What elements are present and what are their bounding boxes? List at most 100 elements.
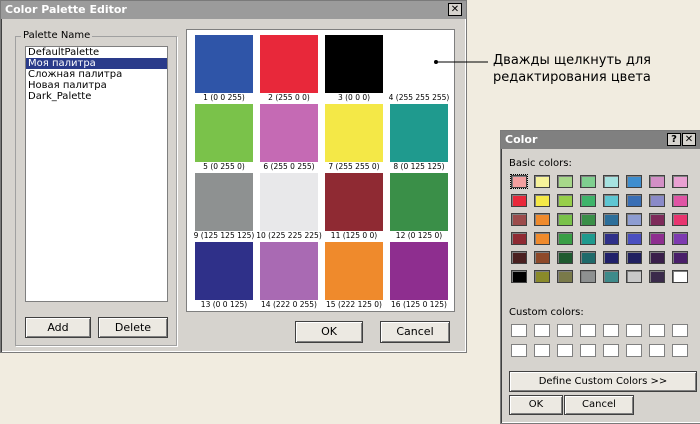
basic-color-swatch[interactable]: [557, 213, 573, 226]
palette-swatch[interactable]: [390, 173, 448, 231]
palette-swatch[interactable]: [260, 173, 318, 231]
basic-color-swatch[interactable]: [672, 270, 688, 283]
palette-swatch-label: 2 (255 0 0): [268, 93, 310, 102]
palette-swatch[interactable]: [325, 242, 383, 300]
basic-color-swatch[interactable]: [672, 251, 688, 264]
custom-color-swatch[interactable]: [580, 324, 596, 337]
basic-color-swatch[interactable]: [534, 194, 550, 207]
basic-color-swatch[interactable]: [649, 270, 665, 283]
basic-color-swatch[interactable]: [580, 251, 596, 264]
basic-color-swatch[interactable]: [603, 194, 619, 207]
basic-color-swatch[interactable]: [649, 251, 665, 264]
color-cancel-button[interactable]: Cancel: [564, 395, 634, 415]
custom-color-swatch[interactable]: [534, 324, 550, 337]
cancel-button[interactable]: Cancel: [380, 321, 450, 343]
basic-color-swatch[interactable]: [511, 194, 527, 207]
palette-swatch[interactable]: [195, 104, 253, 162]
basic-color-swatch[interactable]: [649, 194, 665, 207]
basic-color-swatch[interactable]: [580, 175, 596, 188]
palette-swatch[interactable]: [325, 104, 383, 162]
basic-color-swatch[interactable]: [557, 270, 573, 283]
basic-color-swatch[interactable]: [649, 213, 665, 226]
basic-color-swatch[interactable]: [580, 270, 596, 283]
custom-color-swatch[interactable]: [626, 344, 642, 357]
palette-swatch[interactable]: [325, 35, 383, 93]
custom-color-swatch[interactable]: [557, 344, 573, 357]
custom-color-swatch[interactable]: [649, 324, 665, 337]
custom-color-swatch[interactable]: [534, 344, 550, 357]
custom-color-swatch[interactable]: [511, 324, 527, 337]
basic-color-swatch[interactable]: [626, 251, 642, 264]
custom-color-swatch[interactable]: [672, 344, 688, 357]
basic-color-swatch[interactable]: [534, 232, 550, 245]
palette-list-item[interactable]: Сложная палитра: [26, 69, 167, 80]
palette-editor-titlebar[interactable]: Color Palette Editor: [1, 1, 466, 19]
basic-color-swatch[interactable]: [603, 175, 619, 188]
basic-color-swatch[interactable]: [557, 194, 573, 207]
palette-list-item[interactable]: DefaultPalette: [26, 47, 167, 58]
basic-color-swatch[interactable]: [511, 213, 527, 226]
basic-color-swatch[interactable]: [534, 213, 550, 226]
palette-swatch-label: 6 (255 0 255): [263, 162, 315, 171]
basic-color-swatch[interactable]: [649, 175, 665, 188]
palette-swatch[interactable]: [260, 104, 318, 162]
basic-color-swatch[interactable]: [580, 194, 596, 207]
palette-swatch[interactable]: [390, 242, 448, 300]
palette-swatch[interactable]: [195, 242, 253, 300]
basic-color-swatch[interactable]: [672, 194, 688, 207]
palette-swatch[interactable]: [390, 35, 448, 93]
basic-color-swatch[interactable]: [557, 175, 573, 188]
basic-color-swatch[interactable]: [626, 213, 642, 226]
basic-color-swatch[interactable]: [534, 270, 550, 283]
help-button[interactable]: ?: [667, 133, 681, 146]
basic-color-swatch[interactable]: [603, 251, 619, 264]
custom-color-swatch[interactable]: [580, 344, 596, 357]
basic-color-swatch[interactable]: [626, 175, 642, 188]
custom-color-swatch[interactable]: [511, 344, 527, 357]
basic-color-swatch[interactable]: [580, 232, 596, 245]
basic-color-swatch[interactable]: [557, 232, 573, 245]
palette-swatch[interactable]: [260, 35, 318, 93]
basic-color-swatch[interactable]: [672, 232, 688, 245]
ok-button[interactable]: OK: [295, 321, 363, 343]
basic-color-swatch[interactable]: [510, 174, 528, 189]
custom-color-swatch[interactable]: [626, 324, 642, 337]
palette-swatch[interactable]: [195, 173, 253, 231]
basic-color-swatch[interactable]: [649, 232, 665, 245]
palette-swatch[interactable]: [195, 35, 253, 93]
define-custom-colors-button[interactable]: Define Custom Colors >>: [509, 371, 697, 392]
basic-color-swatch[interactable]: [511, 232, 527, 245]
basic-color-swatch[interactable]: [511, 270, 527, 283]
basic-color-swatch[interactable]: [534, 251, 550, 264]
custom-color-swatch[interactable]: [603, 324, 619, 337]
basic-color-swatch[interactable]: [626, 232, 642, 245]
basic-color-swatch[interactable]: [557, 251, 573, 264]
palette-swatch[interactable]: [325, 173, 383, 231]
palette-list[interactable]: DefaultPalette Моя палитра Сложная палитра…: [25, 46, 168, 302]
palette-editor-close-button[interactable]: ✕: [448, 3, 462, 16]
basic-color-swatch[interactable]: [511, 251, 527, 264]
basic-color-swatch[interactable]: [580, 213, 596, 226]
basic-color-swatch[interactable]: [603, 232, 619, 245]
palette-list-item[interactable]: Новая палитра: [26, 80, 167, 91]
delete-button[interactable]: Delete: [98, 317, 168, 338]
color-dialog-close-button[interactable]: ✕: [682, 133, 696, 146]
palette-list-item[interactable]: Моя палитра: [26, 58, 167, 69]
add-button[interactable]: Add: [25, 317, 91, 338]
custom-color-swatch[interactable]: [603, 344, 619, 357]
basic-color-swatch[interactable]: [626, 270, 642, 283]
basic-color-swatch[interactable]: [672, 213, 688, 226]
color-ok-button[interactable]: OK: [509, 395, 563, 415]
basic-color-swatch[interactable]: [672, 175, 688, 188]
custom-color-swatch[interactable]: [649, 344, 665, 357]
basic-colors-label: Basic colors:: [509, 158, 572, 169]
custom-color-swatch[interactable]: [672, 324, 688, 337]
custom-color-swatch[interactable]: [557, 324, 573, 337]
basic-color-swatch[interactable]: [603, 213, 619, 226]
basic-color-swatch[interactable]: [534, 175, 550, 188]
basic-color-swatch[interactable]: [603, 270, 619, 283]
basic-color-swatch[interactable]: [626, 194, 642, 207]
palette-list-item[interactable]: Dark_Palette: [26, 91, 167, 102]
palette-swatch[interactable]: [260, 242, 318, 300]
palette-swatch[interactable]: [390, 104, 448, 162]
